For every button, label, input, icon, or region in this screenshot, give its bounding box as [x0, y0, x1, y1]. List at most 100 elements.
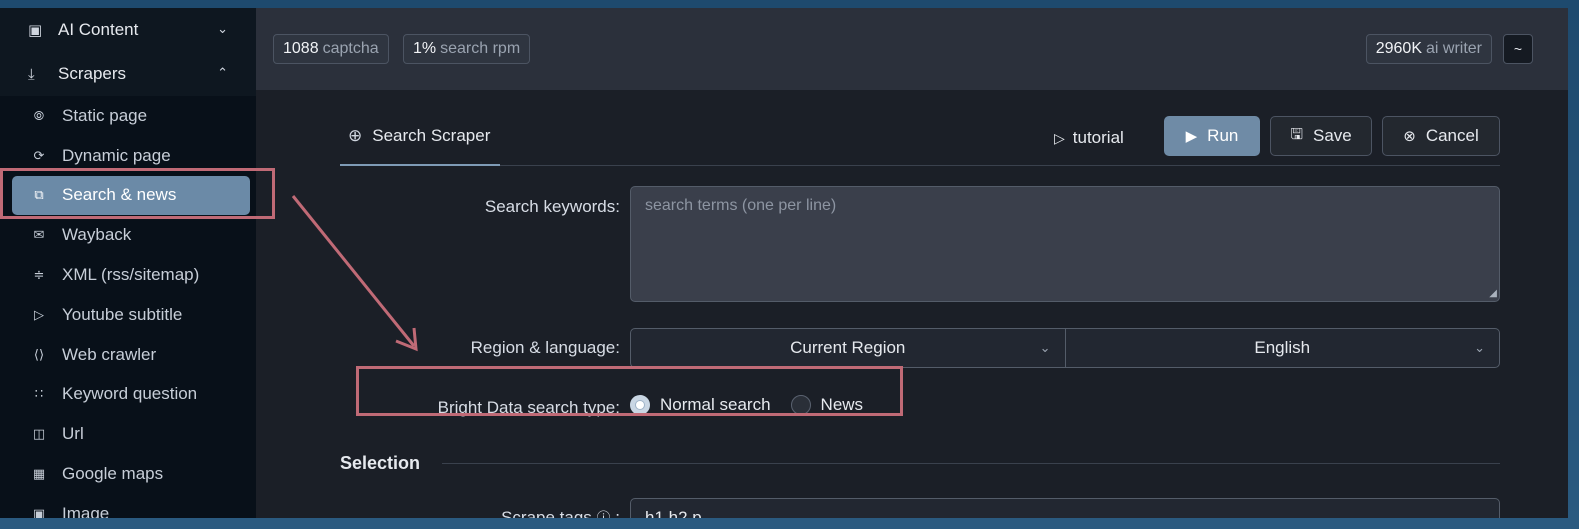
chip-label: captcha — [322, 40, 379, 57]
rss-icon: ≑ — [33, 267, 45, 283]
chip-value: 2960K — [1375, 40, 1422, 57]
region-language-select: Current Region ⌄ English ⌄ — [630, 328, 1500, 368]
sidebar-item-label: XML (rss/sitemap) — [62, 265, 200, 285]
scrape-tags-label: Scrape tags ⓘ : — [406, 508, 620, 518]
sidebar-item-keyword-question[interactable]: ∷ Keyword question — [0, 375, 256, 415]
language-select[interactable]: English ⌄ — [1064, 329, 1500, 367]
tutorial-link[interactable]: ▷ tutorial — [1054, 118, 1124, 158]
captcha-chip: 1088 captcha — [273, 34, 389, 64]
search-type-label-text: Bright Data search type — [437, 398, 616, 417]
radio-normal-search[interactable] — [630, 395, 650, 415]
app-window: ▣ AI Content ⌄ ⤓ Scrapers ⌃ ⦾ Static pag… — [0, 8, 1568, 518]
section-title-selection: Selection — [340, 453, 421, 473]
save-icon: 🖫 — [1290, 125, 1304, 143]
mail-icon: ✉ — [33, 227, 45, 243]
chevron-down-icon: ⌄ — [1039, 340, 1051, 355]
scrape-tags-input[interactable]: h1,h2,p — [630, 498, 1500, 518]
tab-search-scraper[interactable]: ⊕ Search Scraper — [340, 108, 500, 166]
tab-row: ⊕ Search Scraper ▷ tutorial ▶ Run 🖫 Save… — [340, 108, 1500, 166]
sidebar-item-label: Static page — [62, 105, 148, 125]
chevron-down-icon: ⌄ — [1474, 340, 1485, 355]
sidebar-item-label: Search & news — [62, 185, 177, 205]
sidebar-item-youtube-subtitle[interactable]: ▷ Youtube subtitle — [0, 295, 256, 335]
info-icon[interactable]: ⓘ — [597, 510, 611, 518]
keywords-label-text: Search keywords — [484, 197, 616, 216]
sidebar-group-scrapers[interactable]: ⤓ Scrapers ⌃ — [0, 52, 256, 96]
sidebar-group-ai-content[interactable]: ▣ AI Content ⌄ — [0, 8, 256, 52]
chip-label: search rpm — [440, 40, 521, 57]
tutorial-label: tutorial — [1072, 128, 1124, 147]
sidebar-item-label: Dynamic page — [62, 145, 171, 165]
image-icon: ▣ — [32, 505, 46, 518]
run-label: Run — [1207, 126, 1239, 145]
video-icon: ▷ — [1054, 129, 1065, 146]
sidebar-item-label: Youtube subtitle — [62, 304, 183, 324]
sidebar-item-xml[interactable]: ≑ XML (rss/sitemap) — [0, 255, 256, 295]
save-button[interactable]: 🖫 Save — [1270, 116, 1372, 156]
language-value: English — [1254, 338, 1311, 357]
plus-circle-icon: ⊕ — [348, 126, 363, 145]
section-divider — [442, 463, 1500, 464]
tilde-button[interactable]: ~ — [1503, 34, 1533, 64]
sidebar-item-search-news[interactable]: ⧉ Search & news — [12, 175, 250, 216]
scrape-tags-label-text: Scrape tags — [501, 508, 592, 518]
compass-icon: ⦾ — [33, 107, 45, 123]
copy-icon: ⧉ — [34, 187, 44, 203]
top-bar: 1088 captcha 1% search rpm 2960K ai writ… — [256, 8, 1568, 90]
play-box-icon: ▷ — [34, 306, 44, 322]
sidebar-item-image[interactable]: ▣ Image — [0, 494, 256, 518]
chip-value: 1% — [413, 40, 437, 57]
scrape-tags-value: h1,h2,p — [645, 508, 702, 518]
sidebar-item-label: Web crawler — [62, 344, 157, 364]
sidebar-item-label: Wayback — [62, 225, 132, 245]
region-label: Region & language: — [470, 338, 620, 357]
search-type-radio-group: Normal search News — [630, 395, 863, 415]
ai-writer-chip: 2960K ai writer — [1365, 34, 1492, 64]
close-circle-icon: ⊗ — [1403, 128, 1416, 145]
radio-label-news: News — [820, 395, 864, 414]
sidebar-item-wayback[interactable]: ✉ Wayback — [0, 215, 256, 255]
search-rpm-chip: 1% search rpm — [403, 34, 531, 64]
map-icon: ▦ — [32, 466, 46, 482]
radio-news[interactable] — [790, 395, 811, 415]
sidebar-group-label: Scrapers — [58, 64, 127, 83]
keywords-placeholder: search terms (one per line) — [645, 197, 837, 214]
search-type-label: Bright Data search type: — [437, 398, 620, 417]
chevron-down-icon: ⌄ — [217, 21, 228, 36]
keywords-label: Search keywords: — [484, 197, 620, 216]
sidebar-item-label: Url — [62, 424, 84, 444]
tab-label: Search Scraper — [372, 126, 491, 145]
sidebar: ▣ AI Content ⌄ ⤓ Scrapers ⌃ ⦾ Static pag… — [0, 8, 256, 518]
sidebar-item-static-page[interactable]: ⦾ Static page — [0, 96, 256, 136]
sidebar-item-web-crawler[interactable]: ⟨⟩ Web crawler — [0, 335, 256, 375]
run-button[interactable]: ▶ Run — [1164, 116, 1260, 156]
chip-value: 1088 — [283, 40, 319, 57]
play-circle-icon: ▶ — [1185, 128, 1198, 145]
chip-label: ai writer — [1425, 40, 1482, 57]
sidebar-item-url[interactable]: ◫ Url — [0, 414, 256, 454]
save-label: Save — [1313, 126, 1352, 145]
region-label-text: Region & language — [470, 338, 616, 357]
robot-icon: ▣ — [28, 22, 43, 39]
sidebar-group-label: AI Content — [58, 20, 139, 39]
cancel-label: Cancel — [1425, 126, 1479, 145]
radio-label-normal: Normal search — [660, 395, 771, 414]
book-icon: ◫ — [32, 426, 46, 442]
download-icon: ⤓ — [28, 65, 35, 83]
refresh-icon: ⟳ — [33, 147, 45, 163]
main-panel: ⊕ Search Scraper ▷ tutorial ▶ Run 🖫 Save… — [256, 90, 1568, 518]
sidebar-item-google-maps[interactable]: ▦ Google maps — [0, 454, 256, 494]
sidebar-item-label: Google maps — [62, 464, 164, 484]
cancel-button[interactable]: ⊗ Cancel — [1382, 116, 1500, 156]
scrapers-submenu: ⦾ Static page ⟳ Dynamic page ⧉ Search & … — [0, 96, 256, 518]
sidebar-item-dynamic-page[interactable]: ⟳ Dynamic page — [0, 136, 256, 176]
code-icon: ⟨⟩ — [33, 346, 45, 362]
chevron-up-icon: ⌃ — [217, 65, 228, 80]
sidebar-item-label: Image — [62, 503, 110, 518]
sidebar-item-label: Keyword question — [62, 384, 198, 404]
region-value: Current Region — [790, 338, 906, 357]
region-select[interactable]: Current Region ⌄ — [631, 329, 1065, 367]
resize-handle-icon[interactable]: ◢ — [1489, 288, 1497, 299]
grid-icon: ∷ — [34, 386, 44, 402]
search-keywords-textarea[interactable]: search terms (one per line) ◢ — [630, 186, 1500, 302]
